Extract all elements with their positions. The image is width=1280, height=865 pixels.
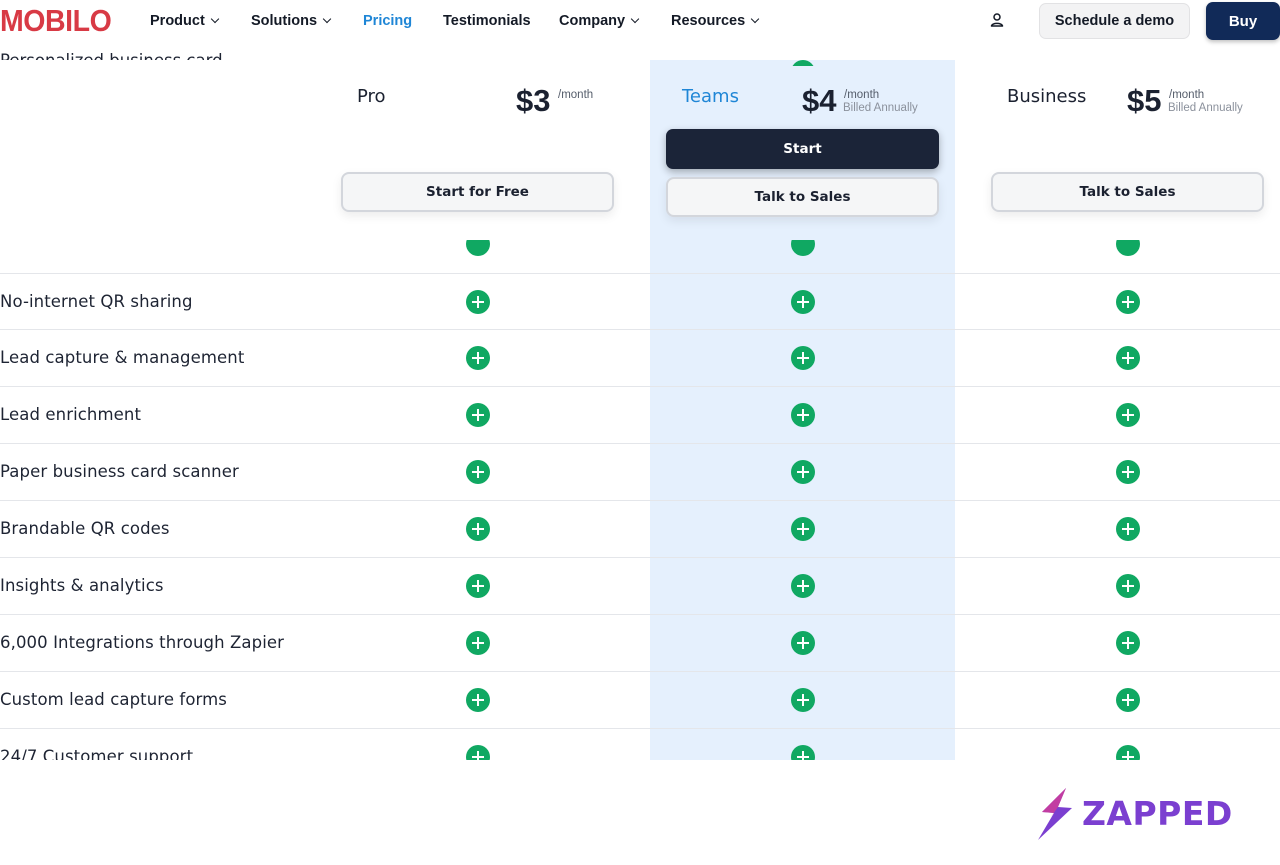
watermark-text: ZAPPED bbox=[1082, 794, 1233, 833]
plus-icon bbox=[791, 688, 815, 712]
plus-icon bbox=[1116, 346, 1140, 370]
zapped-watermark: ZAPPED bbox=[1036, 788, 1246, 840]
nav-item-resources[interactable]: Resources bbox=[671, 12, 760, 30]
feature-row: Lead enrichment bbox=[0, 387, 1280, 444]
nav-item-label: Product bbox=[150, 13, 205, 29]
feature-label: 24/7 Customer support bbox=[0, 747, 194, 760]
start-for-free-button[interactable]: Start for Free bbox=[341, 172, 614, 212]
chevron-down-icon bbox=[322, 14, 332, 24]
feature-row: Custom lead capture forms bbox=[0, 672, 1280, 729]
nav-item-solutions[interactable]: Solutions bbox=[251, 12, 332, 30]
user-icon[interactable] bbox=[989, 12, 1005, 28]
plus-icon bbox=[466, 517, 490, 541]
talk-to-sales-button[interactable]: Talk to Sales bbox=[666, 177, 939, 217]
nav-item-pricing[interactable]: Pricing bbox=[363, 12, 412, 30]
start-button[interactable]: Start bbox=[666, 129, 939, 169]
plus-icon bbox=[1116, 517, 1140, 541]
plus-icon bbox=[1116, 460, 1140, 484]
nav-item-testimonials[interactable]: Testimonials bbox=[443, 12, 531, 30]
plus-icon bbox=[1116, 574, 1140, 598]
plus-icon bbox=[1116, 290, 1140, 314]
feature-label: Paper business card scanner bbox=[0, 462, 239, 481]
plus-icon bbox=[791, 460, 815, 484]
nav-item-label: Pricing bbox=[363, 13, 413, 29]
plus-icon bbox=[791, 574, 815, 598]
feature-label: Insights & analytics bbox=[0, 576, 164, 595]
plus-icon bbox=[466, 403, 490, 427]
feature-row: Lead capture & management bbox=[0, 330, 1280, 387]
feature-label: Brandable QR codes bbox=[0, 519, 170, 538]
plus-icon bbox=[466, 290, 490, 314]
plus-icon bbox=[466, 574, 490, 598]
feature-comparison-table: No-internet QR sharing Lead capture & man… bbox=[0, 0, 1280, 760]
chevron-down-icon bbox=[750, 14, 760, 24]
plus-icon bbox=[466, 688, 490, 712]
feature-label: Custom lead capture forms bbox=[0, 690, 227, 709]
plus-icon bbox=[466, 745, 490, 760]
plus-icon bbox=[1116, 631, 1140, 655]
top-navigation: MOBILO Product Solutions Pricing Testimo… bbox=[0, 0, 1280, 42]
plus-icon bbox=[1116, 688, 1140, 712]
feature-row: Insights & analytics bbox=[0, 558, 1280, 615]
plus-icon bbox=[791, 232, 815, 256]
nav-item-company[interactable]: Company bbox=[559, 12, 640, 30]
plus-icon bbox=[466, 60, 490, 84]
buy-button[interactable]: Buy bbox=[1206, 2, 1280, 40]
feature-row: Brandable QR codes bbox=[0, 501, 1280, 558]
plus-icon bbox=[791, 631, 815, 655]
feature-label: Lead capture & management bbox=[0, 348, 245, 367]
feature-label: No-internet QR sharing bbox=[0, 292, 193, 311]
talk-to-sales-button[interactable]: Talk to Sales bbox=[991, 172, 1264, 212]
plus-icon bbox=[791, 403, 815, 427]
plus-icon bbox=[791, 745, 815, 760]
plus-icon bbox=[1116, 232, 1140, 256]
feature-label: 6,000 Integrations through Zapier bbox=[0, 633, 285, 652]
plus-icon bbox=[791, 60, 815, 84]
plus-icon bbox=[466, 460, 490, 484]
feature-row: 6,000 Integrations through Zapier bbox=[0, 615, 1280, 672]
partial-feature-label: Personalized business card bbox=[0, 51, 223, 70]
feature-label: Lead enrichment bbox=[0, 405, 142, 424]
mobilo-logo[interactable]: MOBILO bbox=[0, 4, 112, 38]
feature-row: Paper business card scanner bbox=[0, 444, 1280, 501]
nav-item-label: Company bbox=[559, 13, 626, 29]
feature-row: No-internet QR sharing bbox=[0, 273, 1280, 330]
feature-row: 24/7 Customer support bbox=[0, 729, 1280, 760]
nav-item-label: Resources bbox=[671, 13, 746, 29]
schedule-demo-button[interactable]: Schedule a demo bbox=[1039, 3, 1190, 39]
plus-icon bbox=[1116, 403, 1140, 427]
plus-icon bbox=[1116, 60, 1140, 84]
nav-item-label: Testimonials bbox=[443, 13, 531, 29]
nav-item-label: Solutions bbox=[251, 13, 318, 29]
plus-icon bbox=[466, 346, 490, 370]
plus-icon bbox=[791, 290, 815, 314]
plus-icon bbox=[791, 517, 815, 541]
chevron-down-icon bbox=[630, 14, 640, 24]
lightning-bolt-icon bbox=[1038, 788, 1072, 840]
plus-icon bbox=[466, 631, 490, 655]
nav-item-product[interactable]: Product bbox=[150, 12, 220, 30]
plus-icon bbox=[1116, 745, 1140, 760]
plus-icon bbox=[791, 346, 815, 370]
chevron-down-icon bbox=[210, 14, 220, 24]
plus-icon bbox=[466, 232, 490, 256]
